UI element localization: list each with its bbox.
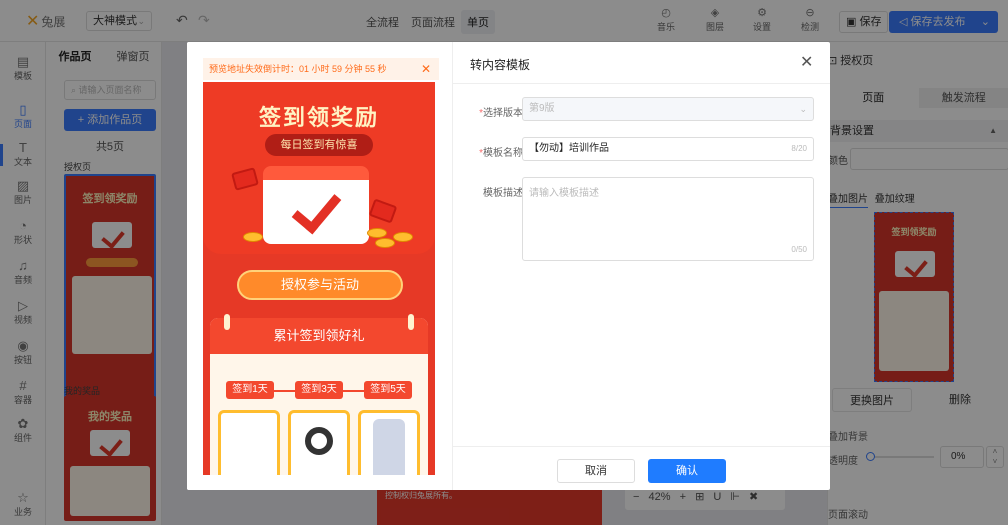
day-badge: 签到1天 xyxy=(226,381,274,399)
calendar-image xyxy=(263,166,369,244)
description-placeholder: 请输入模板描述 xyxy=(529,188,599,199)
template-name-input[interactable]: 【勿动】培训作品 8/20 xyxy=(522,137,814,161)
version-label: *选择版本 xyxy=(469,104,523,119)
speaker-icon xyxy=(305,427,333,455)
coin-icon xyxy=(375,238,395,248)
authorize-button: 授权参与活动 xyxy=(237,270,403,300)
label-text: 模板名称 xyxy=(483,148,523,159)
phone-preview: 签到领奖励 每日签到有惊喜 授权参与活动 累计签到领好礼 签到1天 签到3天 签… xyxy=(203,82,435,475)
name-char-count: 8/20 xyxy=(791,144,807,153)
day-badge: 签到3天 xyxy=(295,381,343,399)
prize-phone-image xyxy=(358,410,420,475)
name-label: *模板名称 xyxy=(469,144,523,159)
day-badge: 签到5天 xyxy=(364,381,412,399)
dialog-title: 转内容模板 xyxy=(470,58,531,72)
countdown-text: 预览地址失效倒计时：01 小时 59 分钟 55 秒 xyxy=(209,64,387,74)
template-description-input[interactable]: 请输入模板描述 0/50 xyxy=(522,177,814,261)
dialog-footer: 取消 确认 xyxy=(453,446,830,490)
accumulate-title: 累计签到领好礼 xyxy=(210,314,428,354)
name-value: 【勿动】培训作品 xyxy=(529,143,609,154)
coin-icon xyxy=(243,232,263,242)
description-label: 模板描述 xyxy=(483,188,523,199)
chevron-down-icon: ⌄ xyxy=(799,104,807,114)
prize-speaker-image xyxy=(288,410,350,475)
coin-icon xyxy=(367,228,387,238)
phone-icon xyxy=(373,419,405,475)
red-envelope-icon xyxy=(368,198,398,224)
label-text: 选择版本 xyxy=(483,108,523,119)
coin-icon xyxy=(393,232,413,242)
preview-subtitle: 每日签到有惊喜 xyxy=(265,134,373,156)
preview-pane: 预览地址失效倒计时：01 小时 59 分钟 55 秒 ✕ 签到领奖励 每日签到有惊… xyxy=(187,42,453,490)
version-value: 第9版 xyxy=(529,103,555,114)
preview-title: 签到领奖励 xyxy=(258,105,379,130)
cancel-button[interactable]: 取消 xyxy=(557,459,635,483)
preview-countdown: 预览地址失效倒计时：01 小时 59 分钟 55 秒 ✕ xyxy=(203,58,439,80)
close-icon[interactable]: ✕ xyxy=(421,58,431,80)
dialog-header: 转内容模板 ✕ xyxy=(453,42,830,84)
description-char-count: 0/50 xyxy=(791,245,807,254)
preview-header: 签到领奖励 每日签到有惊喜 xyxy=(203,82,435,254)
version-select[interactable]: 第9版 ⌄ xyxy=(522,97,814,121)
accumulate-card: 累计签到领好礼 签到1天 签到3天 签到5天 xyxy=(210,314,428,475)
red-envelope-icon xyxy=(231,167,259,191)
convert-template-dialog: 预览地址失效倒计时：01 小时 59 分钟 55 秒 ✕ 签到领奖励 每日签到有惊… xyxy=(187,42,830,490)
prize-fan-image xyxy=(218,410,280,475)
close-icon[interactable]: ✕ xyxy=(800,52,813,72)
confirm-button[interactable]: 确认 xyxy=(648,459,726,483)
